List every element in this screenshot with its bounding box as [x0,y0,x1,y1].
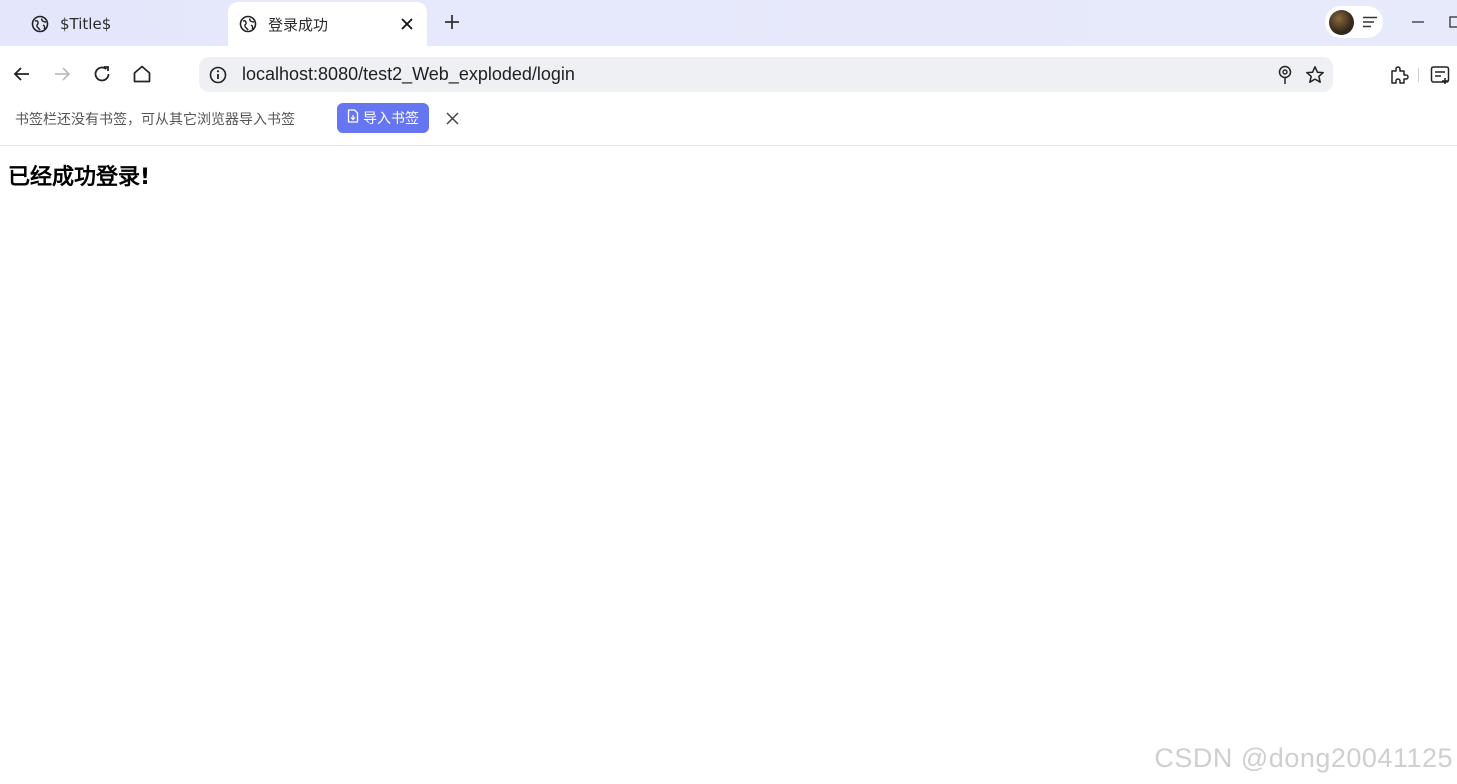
tab-strip: $Title$ 登录成功 [0,0,1457,46]
profile-button[interactable] [1325,6,1383,38]
maximize-button[interactable] [1446,12,1457,32]
import-file-icon [347,109,359,127]
address-bar[interactable]: localhost:8080/test2_Web_exploded/login [199,57,1333,92]
forward-button[interactable] [48,60,76,88]
close-icon[interactable] [395,12,419,36]
home-icon [133,65,151,83]
tab-label: $Title$ [60,15,112,33]
tab-title-placeholder[interactable]: $Title$ [18,2,224,46]
reading-list-button[interactable] [1427,62,1453,88]
bookmark-bar: 书签栏还没有书签，可从其它浏览器导入书签 导入书签 [0,102,1457,146]
import-bookmarks-button[interactable]: 导入书签 [337,103,429,133]
reload-icon [94,66,110,82]
back-button[interactable] [8,60,36,88]
watermark: CSDN @dong20041125 [1154,743,1453,773]
star-icon[interactable] [1303,63,1327,87]
reading-list-icon [1430,66,1450,84]
tab-label: 登录成功 [268,15,329,34]
address-url[interactable]: localhost:8080/test2_Web_exploded/login [242,64,1273,85]
page-title: 已经成功登录! [8,165,151,190]
puzzle-icon [1391,66,1409,84]
import-bookmarks-label: 导入书签 [363,111,419,127]
reload-button[interactable] [88,60,116,88]
bookmark-bar-empty-message: 书签栏还没有书签，可从其它浏览器导入书签 [15,112,295,128]
globe-icon [238,14,258,34]
extensions-button[interactable] [1386,62,1412,88]
tab-login-success[interactable]: 登录成功 [228,2,427,46]
toolbar-divider [1418,68,1419,82]
menu-lines-icon [1362,13,1378,32]
page-content: 已经成功登录! CSDN @dong20041125 [0,147,1457,784]
info-icon[interactable] [207,64,229,86]
arrow-right-icon [55,67,71,81]
browser-toolbar: localhost:8080/test2_Web_exploded/login [0,46,1457,102]
location-pin-icon[interactable] [1273,63,1297,87]
arrow-left-icon [13,67,29,81]
minimize-button[interactable] [1408,12,1428,32]
globe-icon [30,14,50,34]
home-button[interactable] [128,60,156,88]
new-tab-button[interactable] [440,10,464,34]
avatar [1329,9,1354,35]
close-icon[interactable] [442,108,462,128]
